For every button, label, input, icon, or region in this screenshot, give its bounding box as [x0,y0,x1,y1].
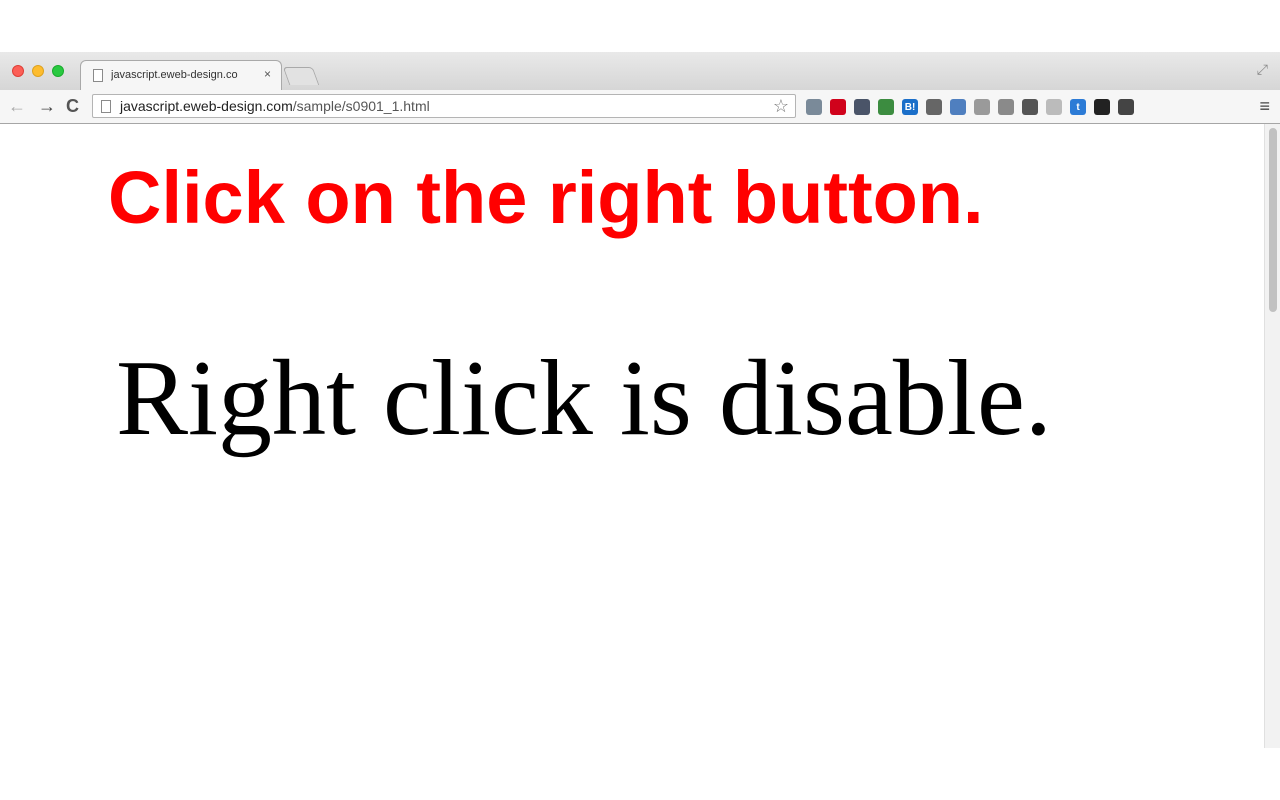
tumblr-icon[interactable]: t [1070,99,1086,115]
page-viewport: Click on the right button. Right click i… [0,124,1264,748]
tab-close-icon[interactable]: × [264,67,271,81]
globe-icon[interactable] [974,99,990,115]
scrollbar-thumb[interactable] [1269,128,1277,312]
address-bar[interactable]: javascript.eweb-design.com/sample/s0901_… [92,94,796,118]
zoom-window-button[interactable] [52,65,64,77]
close-window-button[interactable] [12,65,24,77]
wave-icon[interactable] [926,99,942,115]
list-icon[interactable] [998,99,1014,115]
window-icon[interactable] [950,99,966,115]
hat-icon[interactable] [1022,99,1038,115]
browser-toolbar: ← → C javascript.eweb-design.com/sample/… [0,90,1280,124]
tab-active[interactable]: javascript.eweb-design.co × [80,60,282,90]
dash-icon[interactable] [1046,99,1062,115]
vertical-scrollbar[interactable] [1264,124,1280,748]
page-icon [101,100,111,113]
pocket-icon[interactable] [854,99,870,115]
disguise-icon[interactable] [1118,99,1134,115]
dual-circle-icon[interactable] [830,99,846,115]
url-text[interactable]: javascript.eweb-design.com/sample/s0901_… [120,98,430,114]
url-host: javascript.eweb-design.com [120,98,293,114]
page-heading: Click on the right button. [108,156,984,239]
new-tab-button[interactable] [282,67,320,85]
hatena-bookmark-icon[interactable]: B! [902,99,918,115]
reload-button[interactable]: C [66,97,79,115]
qr-code-icon[interactable] [1094,99,1110,115]
extension-icons: B! t [806,98,1134,116]
browser-window: javascript.eweb-design.co × ⤢ ← → C java… [0,52,1280,748]
page-icon [93,69,103,82]
evernote-icon[interactable] [806,99,822,115]
tab-strip: javascript.eweb-design.co × ⤢ [0,52,1280,90]
translate-icon[interactable] [878,99,894,115]
url-path: /sample/s0901_1.html [292,98,430,114]
menu-icon[interactable]: ≡ [1259,96,1270,117]
forward-button[interactable]: → [38,97,56,115]
tab-title: javascript.eweb-design.co [111,69,238,81]
page-message: Right click is disable. [116,339,1052,458]
bookmark-star-icon[interactable]: ☆ [773,96,789,117]
fullscreen-icon[interactable]: ⤢ [1257,61,1268,78]
minimize-window-button[interactable] [32,65,44,77]
back-button[interactable]: ← [8,97,26,115]
